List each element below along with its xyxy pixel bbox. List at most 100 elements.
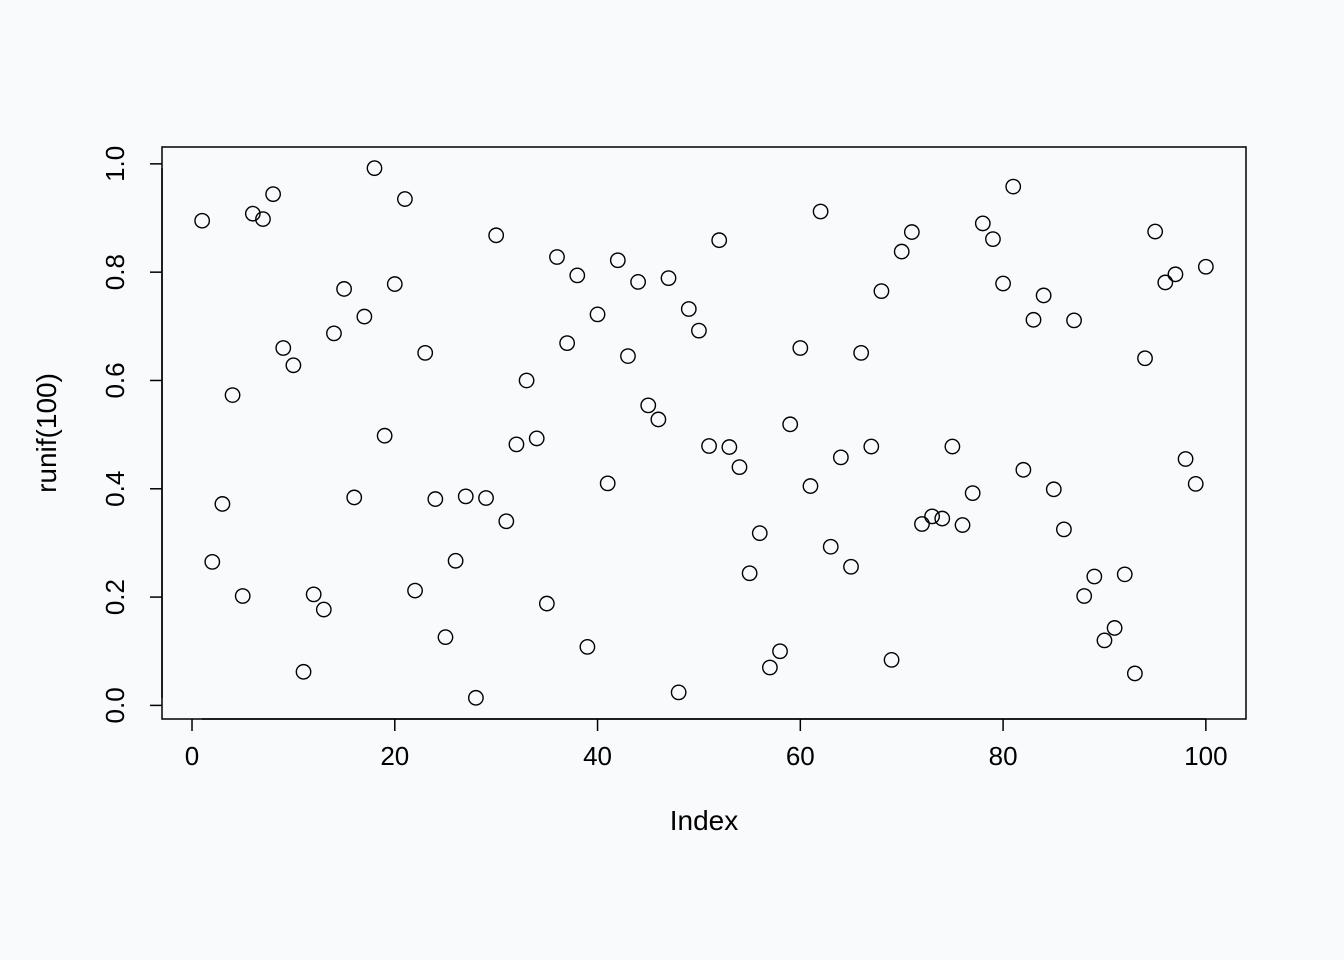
data-point — [874, 284, 888, 298]
data-point — [357, 309, 371, 323]
data-point — [945, 439, 959, 453]
data-point — [1057, 522, 1071, 536]
data-point — [540, 596, 554, 610]
data-point — [286, 358, 300, 372]
data-point — [428, 492, 442, 506]
data-point — [296, 665, 310, 679]
data-point — [1087, 569, 1101, 583]
data-point — [1036, 288, 1050, 302]
data-point — [854, 346, 868, 360]
data-point — [702, 439, 716, 453]
data-point — [1168, 267, 1182, 281]
data-point — [1189, 477, 1203, 491]
data-point — [327, 326, 341, 340]
data-point — [925, 509, 939, 523]
data-point — [590, 307, 604, 321]
data-point — [337, 282, 351, 296]
data-point — [306, 587, 320, 601]
data-point — [955, 518, 969, 532]
y-axis-label: runif(100) — [31, 373, 62, 493]
data-point — [986, 232, 1000, 246]
data-point — [215, 497, 229, 511]
data-point — [763, 660, 777, 674]
data-point — [499, 514, 513, 528]
data-point — [438, 630, 452, 644]
data-point — [377, 429, 391, 443]
data-point — [1067, 313, 1081, 327]
y-tick-label: 1.0 — [100, 146, 130, 182]
data-point — [793, 341, 807, 355]
data-point — [225, 388, 239, 402]
data-point — [834, 450, 848, 464]
data-point — [844, 560, 858, 574]
data-point — [753, 526, 767, 540]
data-point — [570, 268, 584, 282]
x-tick-label: 60 — [786, 741, 815, 771]
data-point — [813, 204, 827, 218]
data-point — [398, 192, 412, 206]
data-point — [1199, 260, 1213, 274]
data-point — [641, 398, 655, 412]
x-tick-label: 80 — [989, 741, 1018, 771]
data-point — [580, 640, 594, 654]
data-point — [347, 490, 361, 504]
y-tick-label: 0.0 — [100, 687, 130, 723]
data-point — [448, 554, 462, 568]
data-point — [509, 437, 523, 451]
data-point — [824, 540, 838, 554]
data-point — [600, 476, 614, 490]
data-point — [915, 517, 929, 531]
data-point — [631, 275, 645, 289]
y-tick-label: 0.2 — [100, 579, 130, 615]
data-point — [1016, 463, 1030, 477]
data-point — [1158, 275, 1172, 289]
data-point — [479, 491, 493, 505]
x-tick-label: 40 — [583, 741, 612, 771]
x-axis-label: Index — [670, 805, 739, 836]
data-point — [935, 511, 949, 525]
x-ticks: 020406080100 — [185, 719, 1228, 771]
data-point — [1097, 633, 1111, 647]
data-point — [1128, 666, 1142, 680]
data-point — [1077, 589, 1091, 603]
data-point — [489, 228, 503, 242]
data-point — [976, 216, 990, 230]
y-ticks: 0.00.20.40.60.81.0 — [100, 146, 162, 724]
data-point — [783, 417, 797, 431]
data-point — [732, 460, 746, 474]
data-point — [1026, 313, 1040, 327]
y-tick-label: 0.8 — [100, 254, 130, 290]
data-point — [266, 187, 280, 201]
data-point — [195, 214, 209, 228]
data-point — [550, 250, 564, 264]
data-point — [367, 161, 381, 175]
data-point — [692, 323, 706, 337]
data-point — [469, 691, 483, 705]
data-point — [236, 589, 250, 603]
data-point — [682, 302, 696, 316]
data-point — [530, 431, 544, 445]
plot-frame — [162, 147, 1246, 719]
data-point — [519, 373, 533, 387]
data-point — [408, 583, 422, 597]
x-tick-label: 100 — [1184, 741, 1227, 771]
data-point — [712, 233, 726, 247]
data-point — [276, 341, 290, 355]
data-point — [560, 336, 574, 350]
data-point — [1138, 351, 1152, 365]
y-tick-label: 0.4 — [100, 471, 130, 507]
data-point — [651, 412, 665, 426]
data-point — [205, 555, 219, 569]
x-tick-label: 20 — [380, 741, 409, 771]
chart-svg: 020406080100 0.00.20.40.60.81.0 Index ru… — [0, 0, 1344, 960]
data-point — [742, 566, 756, 580]
data-point — [1047, 482, 1061, 496]
data-point — [671, 685, 685, 699]
data-points — [195, 161, 1213, 705]
data-point — [661, 271, 675, 285]
data-point — [1118, 567, 1132, 581]
scatter-chart: 020406080100 0.00.20.40.60.81.0 Index ru… — [0, 0, 1344, 960]
data-point — [1107, 621, 1121, 635]
data-point — [1148, 224, 1162, 238]
data-point — [965, 486, 979, 500]
